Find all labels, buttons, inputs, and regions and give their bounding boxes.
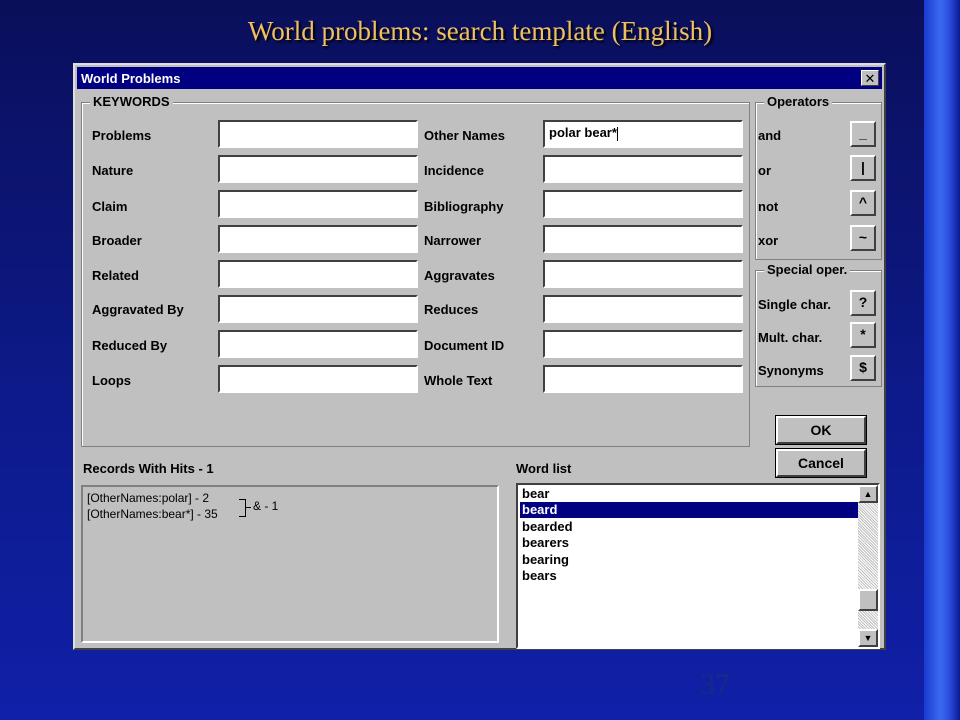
document-id-field[interactable] [543,330,743,358]
broader-label: Broader [92,233,142,248]
related-field[interactable] [218,260,418,288]
not-label: not [758,199,779,214]
xor-operator-button[interactable]: ~ [850,225,876,251]
records-line-polar: [OtherNames:polar] - 2 [87,491,210,505]
aggravates-label: Aggravates [424,268,495,283]
reduced-by-label: Reduced By [92,338,168,353]
list-item[interactable]: bearded [520,519,858,535]
special-operators-group-title: Special oper. [764,262,851,277]
mult-char-label: Mult. char. [758,330,823,345]
records-bracket [239,499,246,517]
list-item[interactable]: bear [520,486,858,502]
scroll-down-icon[interactable]: ▼ [858,629,878,647]
broader-field[interactable] [218,225,418,253]
related-label: Related [92,268,139,283]
whole-text-field[interactable] [543,365,743,393]
problems-label: Problems [92,128,152,143]
scroll-up-icon[interactable]: ▲ [858,485,878,503]
synonyms-label: Synonyms [758,363,824,378]
narrower-field[interactable] [543,225,743,253]
list-item[interactable]: bearing [520,552,858,568]
other-names-value: polar bear* [549,125,617,140]
nature-label: Nature [92,163,134,178]
word-list[interactable]: bear beard bearded bearers bearing bears… [516,483,880,649]
dialog-title: World Problems [81,71,181,86]
whole-text-label: Whole Text [424,373,493,388]
operators-group-title: Operators [764,94,833,109]
cancel-button[interactable]: Cancel [775,448,867,478]
word-list-scrollbar[interactable]: ▲ ▼ [858,485,878,647]
or-label: or [758,163,771,178]
list-item[interactable]: bears [520,568,858,584]
records-with-hits-label: Records With Hits - 1 [83,461,214,476]
ok-button[interactable]: OK [775,415,867,445]
incidence-label: Incidence [424,163,484,178]
aggravated-by-field[interactable] [218,295,418,323]
loops-label: Loops [92,373,131,388]
nature-field[interactable] [218,155,418,183]
and-operator-button[interactable]: _ [850,121,876,147]
problems-field[interactable] [218,120,418,148]
records-combined: & - 1 [253,499,279,513]
reduced-by-field[interactable] [218,330,418,358]
incidence-field[interactable] [543,155,743,183]
word-list-label: Word list [516,461,572,476]
aggravated-by-label: Aggravated By [92,302,184,317]
synonyms-button[interactable]: $ [850,355,876,381]
slide-side-stripe [924,0,960,720]
document-id-label: Document ID [424,338,505,353]
scroll-thumb[interactable] [858,589,878,611]
xor-label: xor [758,233,779,248]
records-bracket-stem [245,507,251,508]
narrower-label: Narrower [424,233,482,248]
list-item[interactable]: bearers [520,535,858,551]
text-cursor [616,126,618,141]
loops-field[interactable] [218,365,418,393]
reduces-field[interactable] [543,295,743,323]
single-char-label: Single char. [758,297,831,312]
aggravates-field[interactable] [543,260,743,288]
reduces-label: Reduces [424,302,479,317]
bibliography-label: Bibliography [424,199,504,214]
claim-field[interactable] [218,190,418,218]
bibliography-field[interactable] [543,190,743,218]
records-line-bear: [OtherNames:bear*] - 35 [87,507,218,521]
records-box: [OtherNames:polar] - 2 [OtherNames:bear*… [81,485,499,643]
single-char-button[interactable]: ? [850,290,876,316]
slide-title: World problems: search template (English… [247,16,713,46]
world-problems-dialog: World Problems ✕ KEYWORDS Problems Natur… [73,63,886,650]
or-operator-button[interactable]: | [850,155,876,181]
claim-label: Claim [92,199,128,214]
and-label: and [758,128,782,143]
dialog-titlebar[interactable]: World Problems ✕ [77,67,882,89]
other-names-field[interactable]: polar bear* [543,120,743,148]
other-names-label: Other Names [424,128,505,143]
list-item-selected[interactable]: beard [520,502,858,518]
slide-number: 37 [700,668,730,701]
keywords-group-title: KEYWORDS [90,94,173,109]
mult-char-button[interactable]: * [850,322,876,348]
not-operator-button[interactable]: ^ [850,190,876,216]
close-button[interactable]: ✕ [861,70,879,86]
